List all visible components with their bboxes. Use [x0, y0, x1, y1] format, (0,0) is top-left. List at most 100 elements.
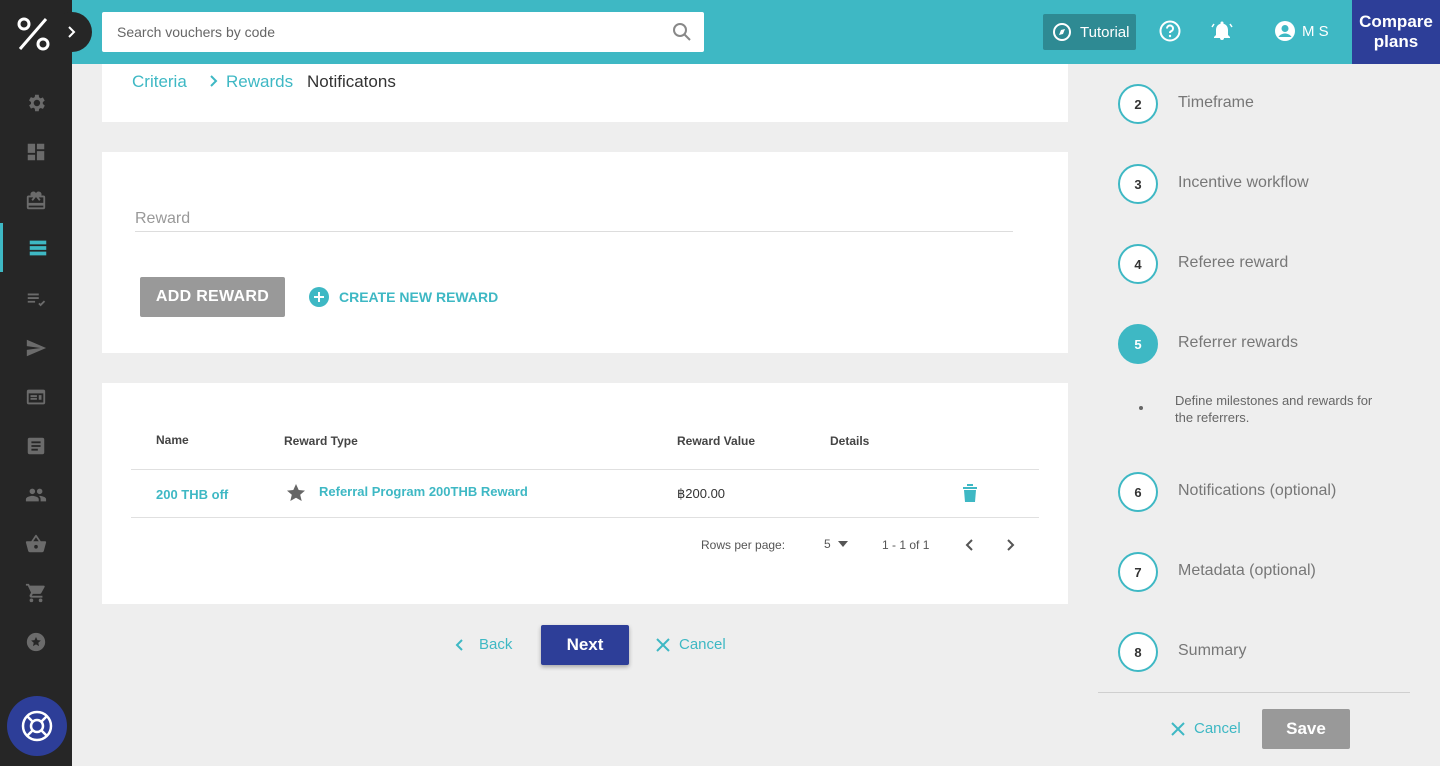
- step-8-circle[interactable]: 8: [1118, 632, 1158, 672]
- reward-field[interactable]: Reward: [135, 210, 1013, 232]
- gear-icon: [29, 94, 45, 111]
- sidebar-item-gift-cards[interactable]: [0, 176, 72, 225]
- create-new-reward-label: CREATE NEW REWARD: [339, 289, 499, 305]
- help-chat-button[interactable]: [7, 696, 67, 756]
- rows-per-page-label: Rows per page:: [701, 538, 786, 552]
- reward-value-cell: ฿200.00: [677, 486, 726, 501]
- user-menu[interactable]: M S: [1274, 20, 1329, 42]
- rows-per-page-value: 5: [824, 537, 831, 551]
- compare-plans-button[interactable]: Compare plans: [1352, 0, 1440, 64]
- help-icon[interactable]: [1159, 20, 1181, 42]
- chevron-right-icon: [68, 26, 76, 38]
- column-header-reward-value[interactable]: Reward Value: [677, 434, 755, 448]
- account-circle-icon: [1275, 21, 1295, 41]
- close-icon: [1171, 721, 1185, 736]
- sidebar-item-distributions[interactable]: [0, 323, 72, 372]
- orders-cart-icon: [25, 583, 45, 602]
- step-5-description: Define milestones and rewards for the re…: [1175, 393, 1373, 425]
- products-icon: [25, 534, 47, 552]
- validation-rules-icon: [27, 293, 46, 306]
- app-logo[interactable]: [16, 16, 52, 52]
- step-6-label[interactable]: Notifications (optional): [1178, 482, 1336, 500]
- previous-page-icon[interactable]: [964, 538, 976, 552]
- user-initials: M S: [1302, 22, 1329, 40]
- cancel-button[interactable]: Cancel: [655, 636, 726, 653]
- column-header-name[interactable]: Name: [156, 433, 189, 447]
- distribution-icon: [26, 389, 46, 404]
- search-input[interactable]: [102, 12, 642, 52]
- step-7-circle[interactable]: 7: [1118, 552, 1158, 592]
- reward-name-cell[interactable]: 200 THB off: [156, 487, 228, 502]
- breadcrumb: Criteria Rewards Notificatons: [102, 64, 1068, 122]
- caret-down-icon: [837, 541, 848, 547]
- step-8-label[interactable]: Summary: [1178, 642, 1246, 660]
- breadcrumb-notifications: Notificatons: [307, 72, 396, 91]
- column-header-reward-type[interactable]: Reward Type: [284, 434, 358, 448]
- chevron-left-icon: [455, 638, 463, 651]
- row-divider: [131, 517, 1039, 518]
- step-3-circle[interactable]: 3: [1118, 164, 1158, 204]
- sidebar-item-logs[interactable]: [0, 421, 72, 470]
- cancel-label: Cancel: [679, 636, 726, 653]
- search-box: [102, 12, 704, 52]
- sidebar-item-loyalty[interactable]: [0, 617, 72, 666]
- lifebuoy-icon: [21, 710, 53, 742]
- bullet-dot: [1139, 406, 1143, 410]
- next-button[interactable]: Next: [541, 625, 629, 665]
- step-3-label[interactable]: Incentive workflow: [1178, 174, 1309, 192]
- dashboard-icon: [27, 143, 45, 160]
- gift-card-icon: [26, 190, 46, 209]
- side-cancel-label: Cancel: [1194, 720, 1241, 737]
- pagination-range: 1 - 1 of 1: [882, 538, 930, 552]
- create-new-reward-link[interactable]: CREATE NEW REWARD: [309, 287, 498, 307]
- sidebar-item-customers[interactable]: [0, 470, 72, 519]
- chevron-right-icon: [210, 75, 218, 87]
- close-icon: [656, 637, 670, 652]
- back-button[interactable]: Back: [455, 636, 512, 653]
- top-bar: Tutorial M S Compare plans: [72, 0, 1440, 64]
- step-6-circle[interactable]: 6: [1118, 472, 1158, 512]
- tutorial-label: Tutorial: [1080, 23, 1130, 41]
- rows-per-page-select[interactable]: 5: [824, 537, 849, 551]
- step-5-circle[interactable]: 5: [1118, 324, 1158, 364]
- send-icon: [26, 339, 47, 356]
- next-page-icon[interactable]: [1004, 538, 1016, 552]
- column-header-details: Details: [830, 434, 870, 448]
- step-5-label[interactable]: Referrer rewards: [1178, 334, 1298, 352]
- star-icon: [287, 484, 305, 501]
- header-divider: [131, 469, 1039, 470]
- customers-icon: [25, 488, 47, 501]
- sidebar-item-orders[interactable]: [0, 568, 72, 617]
- step-2-circle[interactable]: 2: [1118, 84, 1158, 124]
- save-button[interactable]: Save: [1262, 709, 1350, 749]
- campaigns-list-icon: [29, 240, 46, 255]
- sidebar-item-validation-rules[interactable]: [0, 274, 72, 323]
- step-2-label[interactable]: Timeframe: [1178, 94, 1254, 112]
- sidebar-item-publications[interactable]: [0, 372, 72, 421]
- expand-sidebar-button[interactable]: [52, 12, 92, 52]
- sidebar-item-products[interactable]: [0, 519, 72, 568]
- sidebar-item-settings[interactable]: [0, 78, 72, 127]
- tutorial-button[interactable]: Tutorial: [1043, 14, 1136, 50]
- loyalty-star-icon: [26, 632, 46, 651]
- step-7-label[interactable]: Metadata (optional): [1178, 562, 1316, 580]
- rewards-table-card: Name Reward Type Reward Value Details 20…: [102, 383, 1068, 604]
- steps-divider: [1098, 692, 1410, 693]
- breadcrumb-criteria[interactable]: Criteria: [132, 72, 187, 92]
- compare-label-line1: Compare: [1359, 12, 1433, 31]
- add-circle-icon: [309, 287, 329, 307]
- sidebar-item-dashboard[interactable]: [0, 127, 72, 176]
- sidebar: [0, 0, 72, 766]
- add-reward-button[interactable]: ADD REWARD: [140, 277, 285, 317]
- compass-icon: [1053, 23, 1071, 41]
- delete-trash-icon[interactable]: [962, 483, 978, 503]
- sidebar-item-campaigns[interactable]: [0, 223, 72, 272]
- side-cancel-button[interactable]: Cancel: [1170, 720, 1241, 737]
- reward-type-cell[interactable]: Referral Program 200THB Reward: [319, 484, 528, 499]
- notifications-bell-icon[interactable]: [1211, 20, 1233, 42]
- reward-form-card: Reward ADD REWARD CREATE NEW REWARD: [102, 152, 1068, 353]
- step-4-label[interactable]: Referee reward: [1178, 254, 1288, 272]
- search-icon[interactable]: [672, 22, 692, 42]
- breadcrumb-rewards[interactable]: Rewards: [226, 72, 293, 92]
- step-4-circle[interactable]: 4: [1118, 244, 1158, 284]
